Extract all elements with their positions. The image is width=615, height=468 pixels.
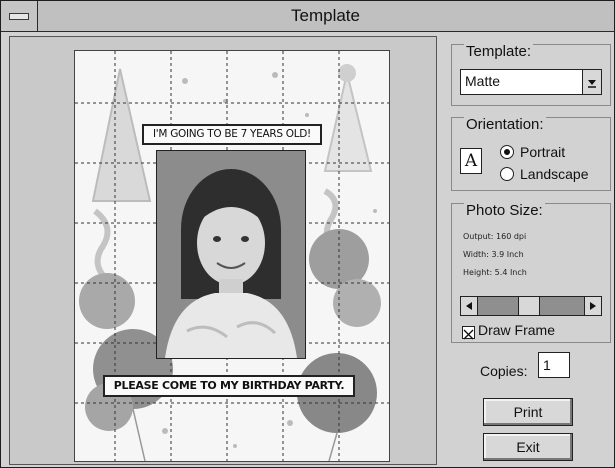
portrait-radio-button[interactable] <box>500 145 514 159</box>
template-group: Template: Matte <box>451 43 611 106</box>
orientation-group: Orientation: A Portrait Landscape <box>451 116 611 191</box>
photo-size-group-title: Photo Size: <box>464 202 545 219</box>
output-dpi-text: Output: 160 dpi <box>463 232 527 241</box>
system-menu-button[interactable] <box>1 1 38 31</box>
photo-size-group: Photo Size: Output: 160 dpi Width: 3.9 I… <box>451 202 611 343</box>
print-button-label: Print <box>513 404 543 420</box>
portrait-label: Portrait <box>520 144 566 160</box>
top-banner-text: I'M GOING TO BE 7 YEARS OLD! <box>142 124 322 145</box>
height-text: Height: 5.4 Inch <box>463 268 527 277</box>
landscape-radio-button[interactable] <box>500 167 514 181</box>
draw-frame-checkbox[interactable] <box>462 326 475 340</box>
orientation-preview-icon: A <box>460 148 482 174</box>
portrait-radio[interactable]: Portrait <box>500 144 565 160</box>
slider-right-arrow-icon[interactable] <box>584 297 601 315</box>
window-title: Template <box>291 6 360 25</box>
title-bar[interactable]: Template <box>1 1 614 32</box>
dialog-client-area: I'M GOING TO BE 7 YEARS OLD! PLEASE COME… <box>1 32 614 467</box>
template-window: Template I'M GOING TO BE 7 YEARS OLD! PL… <box>0 0 615 468</box>
preview-panel: I'M GOING TO BE 7 YEARS OLD! PLEASE COME… <box>9 36 437 465</box>
landscape-radio[interactable]: Landscape <box>500 166 589 182</box>
landscape-label: Landscape <box>520 166 589 182</box>
bottom-banner-text: PLEASE COME TO MY BIRTHDAY PARTY. <box>103 375 355 397</box>
exit-button-label: Exit <box>516 439 540 455</box>
slider-thumb[interactable] <box>518 297 541 315</box>
page-preview[interactable]: I'M GOING TO BE 7 YEARS OLD! PLEASE COME… <box>74 50 390 462</box>
exit-button[interactable]: Exit <box>483 433 573 461</box>
print-button[interactable]: Print <box>483 398 573 426</box>
child-photo <box>156 150 306 359</box>
template-select[interactable]: Matte <box>460 69 602 95</box>
dropdown-arrow-icon[interactable] <box>582 70 601 94</box>
draw-frame-label: Draw Frame <box>478 322 556 338</box>
template-group-title: Template: <box>464 43 534 60</box>
orientation-group-title: Orientation: <box>464 116 546 133</box>
copies-input[interactable]: 1 <box>538 352 570 378</box>
template-select-value: Matte <box>465 73 501 89</box>
system-menu-icon <box>9 13 29 20</box>
orientation-icon-letter: A <box>464 151 478 171</box>
copies-label: Copies: <box>480 363 528 379</box>
photo-size-slider[interactable] <box>460 296 602 316</box>
slider-left-arrow-icon[interactable] <box>461 297 478 315</box>
width-text: Width: 3.9 Inch <box>463 250 524 259</box>
